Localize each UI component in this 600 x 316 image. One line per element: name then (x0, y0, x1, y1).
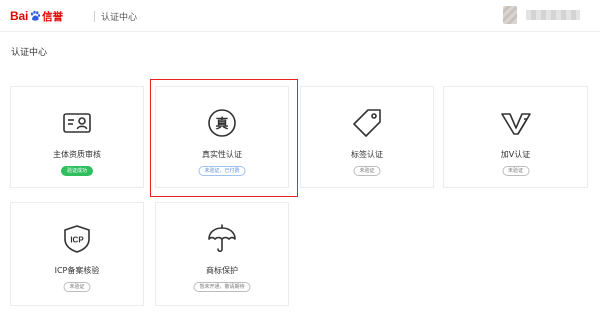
header-title: 认证中心 (101, 13, 138, 23)
logo-text-bai: Bai (10, 9, 29, 23)
card-v-certification[interactable]: 加V认证 未验证 (443, 86, 588, 188)
user-name-blurred[interactable] (526, 10, 580, 20)
card-authenticity[interactable]: 真 真实性认证 未验证，已付费 (155, 86, 289, 188)
id-card-icon (61, 107, 93, 139)
page-title: 认证中心 (11, 48, 48, 58)
v-badge-icon (500, 107, 532, 139)
icp-text: ICP (70, 236, 84, 245)
card-label: 商标保护 (206, 266, 238, 275)
baidu-paw-icon (30, 10, 41, 21)
card-label: ICP备案核验 (54, 266, 100, 275)
icp-shield-icon: ICP (61, 223, 93, 255)
status-badge: 暂未开通，敬请期待 (193, 282, 251, 292)
status-badge: 验证成功 (60, 166, 94, 176)
header-divider (94, 11, 95, 22)
card-trademark-protection[interactable]: 商标保护 暂未开通，敬请期待 (155, 202, 289, 306)
logo-text-xinyu: 信誉 (42, 10, 64, 23)
status-badge: 未验证，已付费 (198, 166, 246, 176)
status-badge: 未验证 (63, 282, 91, 292)
zhen-seal-icon: 真 (206, 107, 238, 139)
card-label: 标签认证 (351, 150, 383, 159)
umbrella-icon (206, 223, 238, 255)
card-tag-certification[interactable]: 标签认证 未验证 (300, 86, 434, 188)
card-label: 主体资质审核 (53, 150, 101, 159)
card-icp-verification[interactable]: ICP ICP备案核验 未验证 (10, 202, 144, 306)
baidu-xinyu-logo[interactable]: Bai 信誉 (10, 8, 63, 24)
status-badge: 未验证 (501, 166, 530, 176)
status-badge: 未验证 (353, 166, 381, 176)
tag-icon (351, 107, 383, 139)
card-entity-qualification[interactable]: 主体资质审核 验证成功 (10, 86, 144, 188)
user-avatar[interactable] (503, 6, 517, 24)
zhen-glyph: 真 (215, 116, 228, 132)
card-label: 真实性认证 (202, 150, 242, 159)
top-bar: Bai 信誉 认证中心 (0, 0, 600, 32)
card-label: 加V认证 (500, 150, 531, 159)
